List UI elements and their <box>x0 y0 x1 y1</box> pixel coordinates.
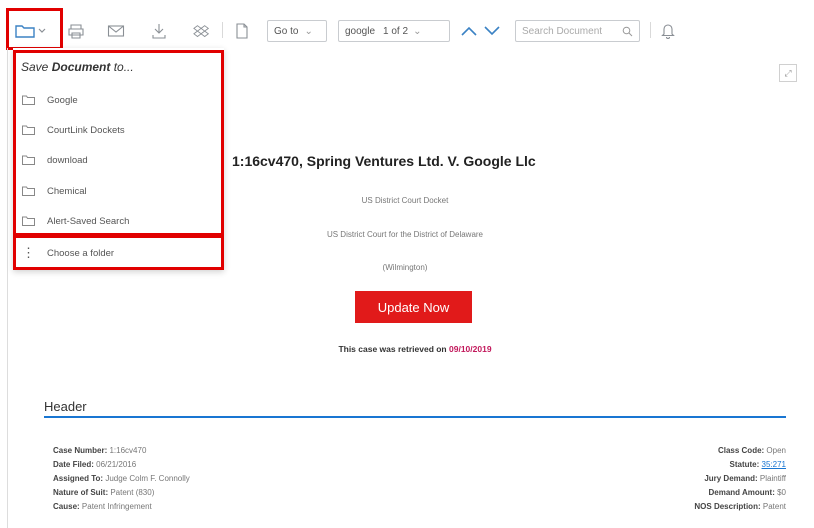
match-counter: 1 of 2 <box>383 25 409 37</box>
download-icon <box>152 24 166 39</box>
goto-dropdown[interactable]: Go to ⌄ <box>267 20 327 42</box>
field-label: Assigned To: <box>53 474 104 483</box>
field-label: Demand Amount: <box>708 488 775 497</box>
previous-match-button[interactable] <box>460 24 478 38</box>
folder-button-highlight <box>6 8 63 50</box>
field-value: Plaintiff <box>759 474 786 483</box>
field-value: Open <box>766 446 786 455</box>
expand-icon: ⤢ <box>784 67 792 78</box>
field-value: Patent <box>762 502 786 511</box>
statute-link[interactable]: 35:271 <box>762 460 786 469</box>
field-value: Patent Infringement <box>81 502 152 511</box>
email-button[interactable] <box>106 22 126 40</box>
search-term-dropdown[interactable]: google 1 of 2 ⌄ <box>338 20 450 42</box>
toolbar-separator <box>650 22 651 38</box>
dropbox-icon <box>193 25 209 38</box>
assigned-to-field: Assigned To: Judge Colm F. Connolly <box>53 474 190 483</box>
print-button[interactable] <box>66 22 86 40</box>
court-location: (Wilmington) <box>382 263 428 272</box>
toolbar-separator <box>222 22 223 38</box>
next-match-button[interactable] <box>483 24 501 38</box>
field-value: Judge Colm F. Connolly <box>105 474 190 483</box>
bell-icon <box>661 24 675 39</box>
statute-field: Statute: 35:271 <box>730 460 786 469</box>
field-label: Class Code: <box>717 446 765 455</box>
case-title: 1:16cv470, Spring Ventures Ltd. V. Googl… <box>232 153 536 169</box>
update-now-button[interactable]: Update Now <box>355 291 472 323</box>
field-label: NOS Description: <box>694 502 761 511</box>
field-label: Date Filed: <box>53 460 94 469</box>
field-value: 06/21/2016 <box>96 460 137 469</box>
field-value: Patent (830) <box>110 488 155 497</box>
retrieved-date: 09/10/2019 <box>449 344 492 354</box>
field-label: Cause: <box>53 502 80 511</box>
print-icon <box>68 24 84 39</box>
cause-field: Cause: Patent Infringement <box>53 502 152 511</box>
download-button[interactable] <box>149 22 169 40</box>
document-view-button[interactable] <box>234 22 250 40</box>
demand-amount-field: Demand Amount: $0 <box>708 488 786 497</box>
choose-folder-highlight <box>13 235 224 270</box>
goto-label: Go to <box>274 25 299 37</box>
section-divider <box>44 416 786 418</box>
field-value: 1:16cv470 <box>109 446 147 455</box>
search-document-input[interactable]: Search Document <box>515 20 640 42</box>
date-filed-field: Date Filed: 06/21/2016 <box>53 460 136 469</box>
class-code-field: Class Code: Open <box>718 446 786 455</box>
section-header-title: Header <box>44 399 87 414</box>
nos-description-field: NOS Description: Patent <box>694 502 786 511</box>
chevron-down-icon: ⌄ <box>304 25 313 37</box>
jury-demand-field: Jury Demand: Plaintiff <box>704 474 786 483</box>
search-placeholder: Search Document <box>522 25 603 37</box>
chevron-down-icon: ⌄ <box>413 25 422 37</box>
dropbox-button[interactable] <box>191 22 211 40</box>
field-value: $0 <box>777 488 786 497</box>
field-label: Jury Demand: <box>704 474 758 483</box>
chevron-up-icon <box>461 26 477 36</box>
search-icon <box>622 26 633 36</box>
docket-type: US District Court Docket <box>361 196 449 205</box>
field-label: Statute: <box>729 460 760 469</box>
court-name: US District Court for the District of De… <box>326 230 484 239</box>
retrieved-notice: This case was retrieved on 09/10/2019 <box>250 344 580 354</box>
expand-view-button[interactable]: ⤢ <box>779 64 797 82</box>
field-label: Case Number: <box>53 446 108 455</box>
field-label: Nature of Suit: <box>53 488 109 497</box>
document-icon <box>236 23 248 39</box>
retrieved-prefix: This case was retrieved on <box>338 344 447 354</box>
search-term: google <box>345 25 376 37</box>
chevron-down-icon <box>484 26 500 36</box>
email-icon <box>107 25 125 37</box>
alert-button[interactable] <box>660 22 676 40</box>
case-number-field: Case Number: 1:16cv470 <box>53 446 146 455</box>
toolbar: Go to ⌄ google 1 of 2 ⌄ Search Document <box>0 0 814 48</box>
folder-list-highlight <box>13 50 224 236</box>
nature-of-suit-field: Nature of Suit: Patent (830) <box>53 488 154 497</box>
